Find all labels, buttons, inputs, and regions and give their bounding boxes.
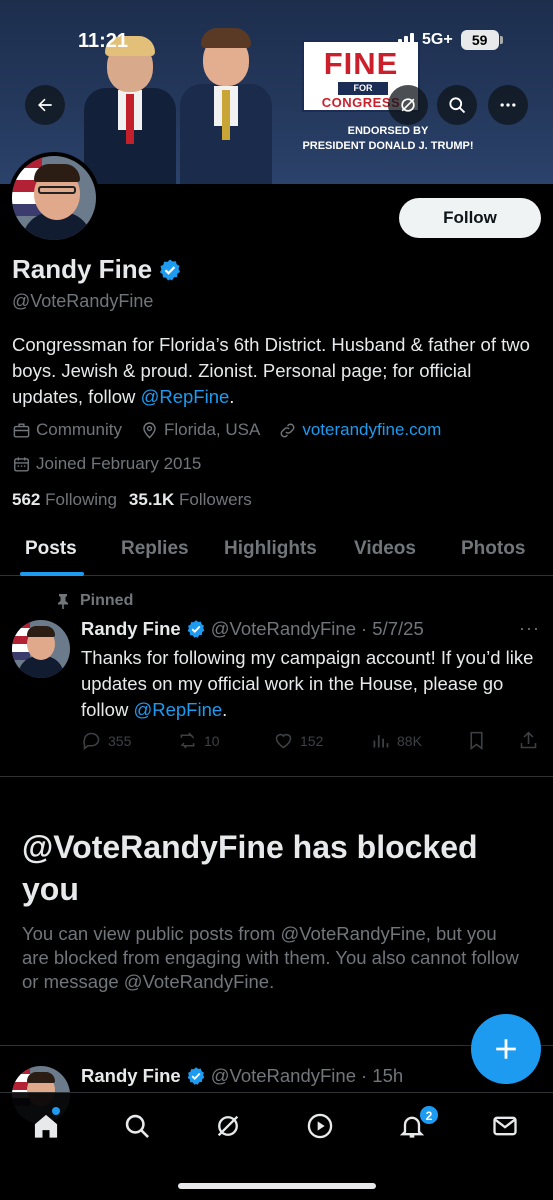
arrow-left-icon [38, 98, 52, 112]
repost-icon [180, 732, 195, 749]
blocked-description: You can view public posts from @VoteRand… [22, 923, 519, 992]
followers-link[interactable]: 35.1K Followers [129, 490, 252, 510]
post-author-name[interactable]: Randy Fine [81, 618, 181, 640]
profile-tabs: Posts Replies Highlights Videos Photos [0, 528, 553, 576]
section-divider [0, 1045, 553, 1046]
post-more-button[interactable]: ··· [519, 618, 540, 639]
location-pin-icon [143, 421, 156, 439]
search-button[interactable] [437, 85, 477, 125]
link-icon [280, 423, 295, 437]
profile-category: Community [12, 420, 122, 440]
post-actions: 355 10 152 88K [81, 730, 541, 754]
status-time: 11:21 [78, 30, 129, 52]
post-author-handle[interactable]: @VoteRandyFine [211, 618, 356, 640]
video-icon [307, 1113, 333, 1139]
banner-endorsement: ENDORSED BY PRESIDENT DONALD J. TRUMP! [302, 125, 474, 152]
views-chart-icon [373, 735, 389, 748]
tab-videos[interactable]: Videos [354, 538, 416, 560]
bookmark-button[interactable] [466, 730, 487, 751]
battery-indicator: 59 [460, 30, 503, 50]
home-icon [34, 1114, 58, 1138]
tab-posts[interactable]: Posts [25, 538, 77, 560]
profile-bio: Congressman for Florida’s 6th District. … [12, 334, 530, 407]
nav-home[interactable] [31, 1111, 61, 1141]
profile-name: Randy Fine [12, 254, 153, 284]
share-button[interactable] [518, 730, 539, 751]
grok-icon [401, 98, 415, 112]
more-horizontal-icon [500, 103, 516, 107]
heart-icon [275, 733, 292, 749]
following-link[interactable]: 562 Following [12, 490, 117, 510]
profile-name-row: Randy Fine [12, 254, 182, 285]
verified-badge-icon [187, 1067, 205, 1085]
search-icon [449, 97, 466, 114]
like-button[interactable]: 152 [273, 730, 323, 751]
blocked-title: @VoteRandyFine has blocked you [22, 829, 478, 907]
back-button[interactable] [25, 85, 65, 125]
status-indicators: 5G+ 59 [392, 30, 503, 50]
tab-photos[interactable]: Photos [461, 538, 525, 560]
reply-icon [83, 732, 100, 750]
post-avatar[interactable] [12, 620, 70, 678]
profile-joined: Joined February 2015 [12, 454, 201, 474]
reply-button[interactable]: 355 [81, 730, 131, 751]
repost-button[interactable]: 10 [177, 730, 220, 751]
nav-grok[interactable] [213, 1111, 243, 1141]
home-indicator [178, 1183, 376, 1189]
signal-icon [392, 33, 414, 47]
search-icon [125, 1114, 149, 1138]
more-options-button[interactable] [488, 85, 528, 125]
verified-badge-icon [187, 620, 205, 638]
tab-highlights[interactable]: Highlights [224, 538, 317, 560]
nav-search[interactable] [122, 1111, 152, 1141]
home-unread-dot [52, 1107, 60, 1115]
profile-avatar[interactable] [8, 152, 100, 244]
profile-meta: Community Florida, USA voterandyfine.com [12, 420, 441, 440]
briefcase-icon [13, 422, 30, 438]
network-type: 5G+ [422, 31, 453, 48]
post-author-name[interactable]: Randy Fine [81, 1065, 181, 1087]
post-mention-link[interactable]: @RepFine [133, 699, 222, 720]
post-author-handle[interactable]: @VoteRandyFine [211, 1065, 356, 1087]
post-header: Randy Fine @VoteRandyFine · 5/7/25 [81, 618, 424, 640]
post-date: · 5/7/25 [361, 618, 424, 639]
follow-button[interactable]: Follow [399, 198, 541, 238]
post-header: Randy Fine @VoteRandyFine · 15h [81, 1065, 403, 1087]
post-time: · 15h [361, 1065, 404, 1086]
bookmark-icon [470, 731, 483, 750]
active-tab-indicator [20, 572, 84, 576]
bio-mention-link[interactable]: @RepFine [141, 386, 230, 407]
follow-counts: 562 Following 35.1K Followers [12, 490, 252, 510]
compose-post-button[interactable] [471, 1014, 541, 1084]
pin-icon [58, 594, 68, 609]
mail-icon [493, 1116, 517, 1136]
tab-replies[interactable]: Replies [121, 538, 189, 560]
calendar-icon [14, 456, 29, 472]
post-text: Thanks for following my campaign account… [81, 647, 534, 720]
nav-messages[interactable] [490, 1111, 520, 1141]
profile-handle: @VoteRandyFine [12, 291, 154, 311]
post-divider [0, 776, 553, 777]
grok-icon [217, 1115, 239, 1137]
plus-icon [496, 1039, 516, 1059]
grok-button[interactable] [388, 85, 428, 125]
verified-badge-icon[interactable] [158, 258, 182, 282]
share-icon [520, 731, 537, 749]
profile-website[interactable]: voterandyfine.com [278, 420, 441, 440]
website-link[interactable]: voterandyfine.com [302, 420, 441, 440]
profile-location: Florida, USA [140, 420, 260, 440]
views-button[interactable]: 88K [370, 730, 422, 751]
pinned-label: Pinned [56, 592, 133, 610]
nav-video[interactable] [305, 1111, 335, 1141]
notifications-badge: 2 [419, 1105, 439, 1125]
